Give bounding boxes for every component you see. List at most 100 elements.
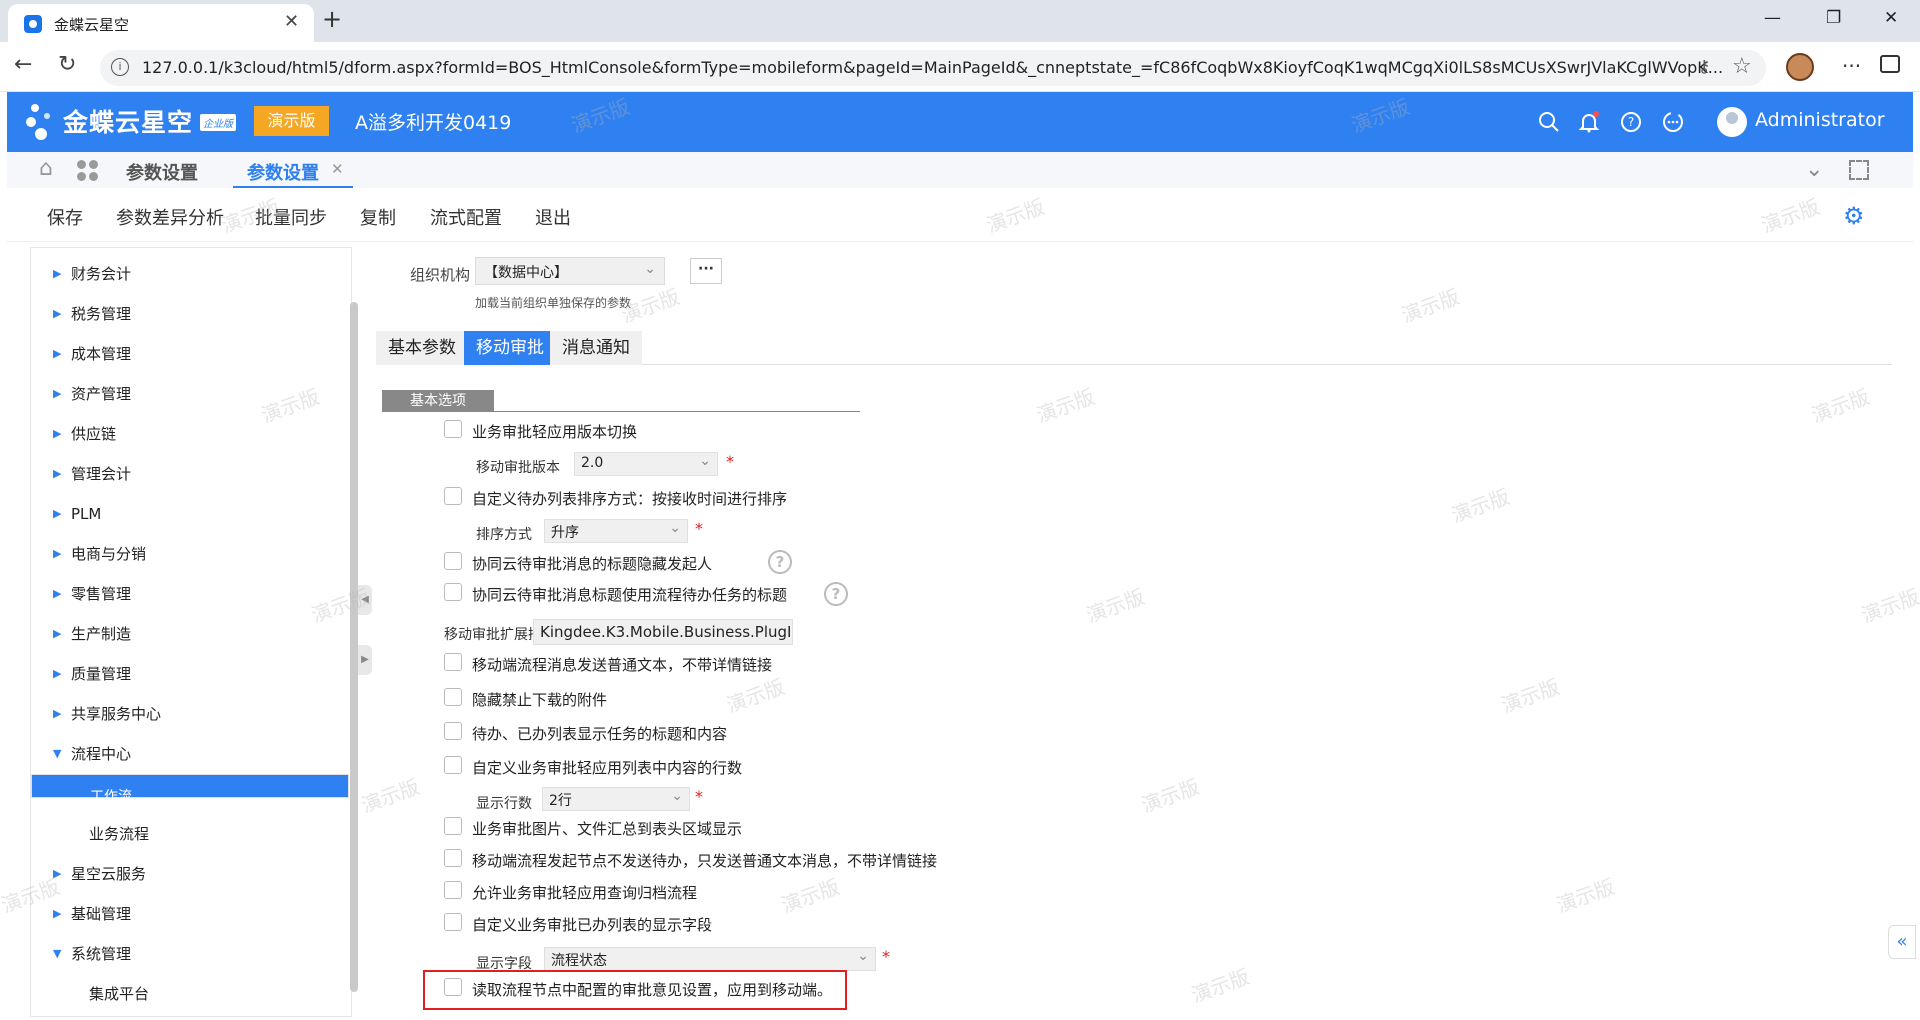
browser-menu-icon[interactable]: ··· — [1842, 54, 1861, 78]
org-more-button[interactable]: ··· — [690, 258, 722, 284]
tree-item[interactable]: ▼ 系统管理 — [31, 934, 349, 974]
checkbox[interactable] — [444, 881, 462, 899]
site-info-icon[interactable]: i — [111, 58, 129, 76]
user-avatar[interactable] — [1717, 107, 1747, 137]
checkbox[interactable] — [444, 653, 462, 671]
tab-basic-params[interactable]: 基本参数 — [376, 331, 468, 365]
sidebar-toggle-icon[interactable] — [1880, 55, 1900, 73]
chat-icon[interactable] — [1661, 110, 1685, 134]
plugin-field[interactable]: Kingdee.K3.Mobile.Business.PlugIn — [533, 619, 793, 645]
expand-arrow-icon[interactable]: ▶ — [53, 374, 61, 414]
tree-item[interactable]: 业务流程 — [31, 814, 349, 854]
tree-item[interactable]: ▶ 电商与分销 — [31, 534, 349, 574]
tab-mobile-approval[interactable]: 移动审批 — [464, 331, 556, 365]
side-panel-toggle-icon[interactable]: « — [1888, 925, 1916, 959]
tree-item-label: 税务管理 — [71, 305, 132, 323]
expand-arrow-icon[interactable]: ▶ — [53, 534, 61, 574]
save-button[interactable]: 保存 — [47, 204, 83, 230]
bell-icon[interactable] — [1577, 110, 1601, 134]
tree-item[interactable]: ▶ 管理会计 — [31, 454, 349, 494]
apps-grid-icon[interactable] — [77, 160, 99, 182]
tree-item[interactable]: 集成平台 — [31, 974, 349, 1014]
tree-scrollbar[interactable] — [350, 302, 358, 992]
checkbox[interactable] — [444, 722, 462, 740]
expand-right-icon[interactable]: ▶ — [358, 645, 372, 675]
bookmark-star-icon[interactable]: ☆ — [1732, 54, 1752, 79]
browser-tab[interactable]: 金蝶云星空 ✕ — [8, 4, 314, 42]
tree-item[interactable]: ▼ 流程中心 — [31, 734, 349, 774]
profile-avatar-icon[interactable] — [1786, 53, 1814, 81]
search-icon[interactable] — [1537, 110, 1561, 134]
checkbox[interactable] — [444, 552, 462, 570]
expand-arrow-icon[interactable]: ▶ — [53, 614, 61, 654]
org-select[interactable]: 【数据中心】 ⌄ — [475, 257, 665, 285]
help-icon[interactable]: ? — [824, 582, 848, 606]
tree-item[interactable]: ▶ 供应链 — [31, 414, 349, 454]
expand-arrow-icon[interactable]: ▶ — [53, 574, 61, 614]
checkbox[interactable] — [444, 756, 462, 774]
collapse-arrow-icon[interactable]: ▼ — [53, 734, 61, 774]
tree-item[interactable]: ▶ 生产制造 — [31, 614, 349, 654]
option-label: 允许业务审批轻应用查询归档流程 — [472, 884, 698, 902]
expand-arrow-icon[interactable]: ▶ — [53, 254, 61, 294]
expand-arrow-icon[interactable]: ▶ — [53, 454, 61, 494]
close-window-icon[interactable]: ✕ — [1884, 8, 1898, 28]
address-bar[interactable]: i 127.0.0.1/k3cloud/html5/dform.aspx?for… — [100, 50, 1766, 86]
tree-item[interactable]: ▶ 质量管理 — [31, 654, 349, 694]
account-name[interactable]: A溢多利开发0419 — [355, 108, 511, 135]
tree-item[interactable]: ▶ 共享服务中心 — [31, 694, 349, 734]
expand-arrow-icon[interactable]: ▶ — [53, 494, 61, 534]
version-select[interactable]: 2.0 ⌄ — [574, 452, 718, 476]
field-select[interactable]: 流程状态 ⌄ — [544, 947, 876, 971]
maximize-icon[interactable]: ❐ — [1826, 8, 1841, 28]
exit-button[interactable]: 退出 — [535, 204, 571, 230]
tab-message-notify[interactable]: 消息通知 — [550, 331, 642, 365]
checkbox[interactable] — [444, 849, 462, 867]
option-label: 移动端流程发起节点不发送待办，只发送普通文本消息，不带详情链接 — [472, 852, 938, 870]
tree-item[interactable]: ▶ 零售管理 — [31, 574, 349, 614]
minimize-icon[interactable]: — — [1764, 8, 1781, 28]
tree-item[interactable]: ▶ 财务会计 — [31, 254, 349, 294]
tab-params-1[interactable]: 参数设置 — [126, 159, 198, 185]
home-icon[interactable]: ⌂ — [39, 156, 53, 181]
tree-item[interactable]: ▶ 成本管理 — [31, 334, 349, 374]
rows-select[interactable]: 2行 ⌄ — [542, 787, 690, 811]
tree-item-workflow[interactable]: 工作流 — [31, 774, 349, 805]
flow-config-button[interactable]: 流式配置 — [430, 204, 502, 230]
site-favicon-icon — [24, 15, 42, 33]
checkbox[interactable] — [444, 420, 462, 438]
tab-params-2[interactable]: 参数设置 — [247, 159, 319, 185]
copy-button[interactable]: 复制 — [360, 204, 396, 230]
tree-item[interactable]: ▶ 基础管理 — [31, 894, 349, 934]
expand-arrow-icon[interactable]: ▶ — [53, 294, 61, 334]
sort-select[interactable]: 升序 ⌄ — [544, 519, 688, 543]
help-icon[interactable]: ? — [1619, 110, 1643, 134]
tree-item[interactable]: ▶ 星空云服务 — [31, 854, 349, 894]
checkbox[interactable] — [444, 487, 462, 505]
close-tab-icon[interactable]: ✕ — [331, 160, 344, 178]
fullscreen-icon[interactable] — [1849, 160, 1869, 180]
user-name[interactable]: Administrator — [1755, 109, 1885, 131]
param-diff-button[interactable]: 参数差异分析 — [116, 204, 224, 230]
expand-arrow-icon[interactable]: ▶ — [53, 414, 61, 454]
reload-icon[interactable]: ↻ — [58, 52, 76, 77]
checkbox[interactable] — [444, 913, 462, 931]
gear-icon[interactable]: ⚙ — [1843, 202, 1865, 230]
close-tab-icon[interactable]: ✕ — [284, 11, 299, 32]
checkbox[interactable] — [444, 583, 462, 601]
url-text[interactable]: 127.0.0.1/k3cloud/html5/dform.aspx?formI… — [142, 58, 1723, 77]
expand-arrow-icon[interactable]: ▶ — [53, 694, 61, 734]
expand-arrow-icon[interactable]: ▶ — [53, 334, 61, 374]
checkbox[interactable] — [444, 688, 462, 706]
help-icon[interactable]: ? — [768, 550, 792, 574]
collapse-arrow-icon[interactable]: ▼ — [53, 934, 61, 974]
back-icon[interactable]: ← — [14, 52, 32, 77]
tree-item[interactable]: ▶ PLM — [31, 494, 349, 534]
tree-item[interactable]: ▶ 税务管理 — [31, 294, 349, 334]
new-tab-icon[interactable]: + — [322, 5, 342, 33]
chevron-down-icon[interactable]: ⌄ — [1805, 157, 1823, 182]
module-tree: ▶ 财务会计 ▶ 税务管理 ▶ 成本管理 ▶ 资产管理 ▶ 供应链 ▶ 管理会计 ▶ PLM … — [30, 247, 352, 1017]
checkbox[interactable] — [444, 817, 462, 835]
password-key-icon[interactable]: ⚷ — [1698, 57, 1710, 77]
expand-arrow-icon[interactable]: ▶ — [53, 654, 61, 694]
